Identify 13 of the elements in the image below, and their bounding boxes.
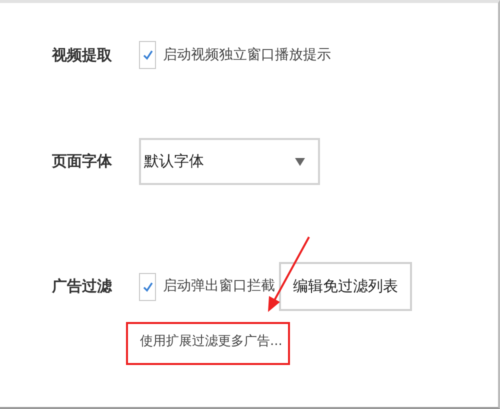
checkbox[interactable] <box>139 272 156 300</box>
checkbox[interactable] <box>139 41 156 69</box>
checkbox-label: 启动视频独立窗口播放提示 <box>163 46 331 64</box>
checkmark-icon <box>142 280 154 292</box>
extension-link[interactable]: 使用扩展过滤更多广告... <box>140 334 282 349</box>
setting-label: 视频提取 <box>52 44 113 66</box>
edit-list-button[interactable]: 编辑免过滤列表 <box>279 262 412 311</box>
font-select[interactable]: 默认字体 <box>139 138 320 185</box>
checkbox-label: 启动弹出窗口拦截 <box>163 277 275 296</box>
checkmark-icon <box>142 49 154 61</box>
setting-label: 广告过滤 <box>52 276 113 298</box>
dropdown-caret-icon <box>295 158 305 166</box>
setting-label: 页面字体 <box>52 151 113 172</box>
